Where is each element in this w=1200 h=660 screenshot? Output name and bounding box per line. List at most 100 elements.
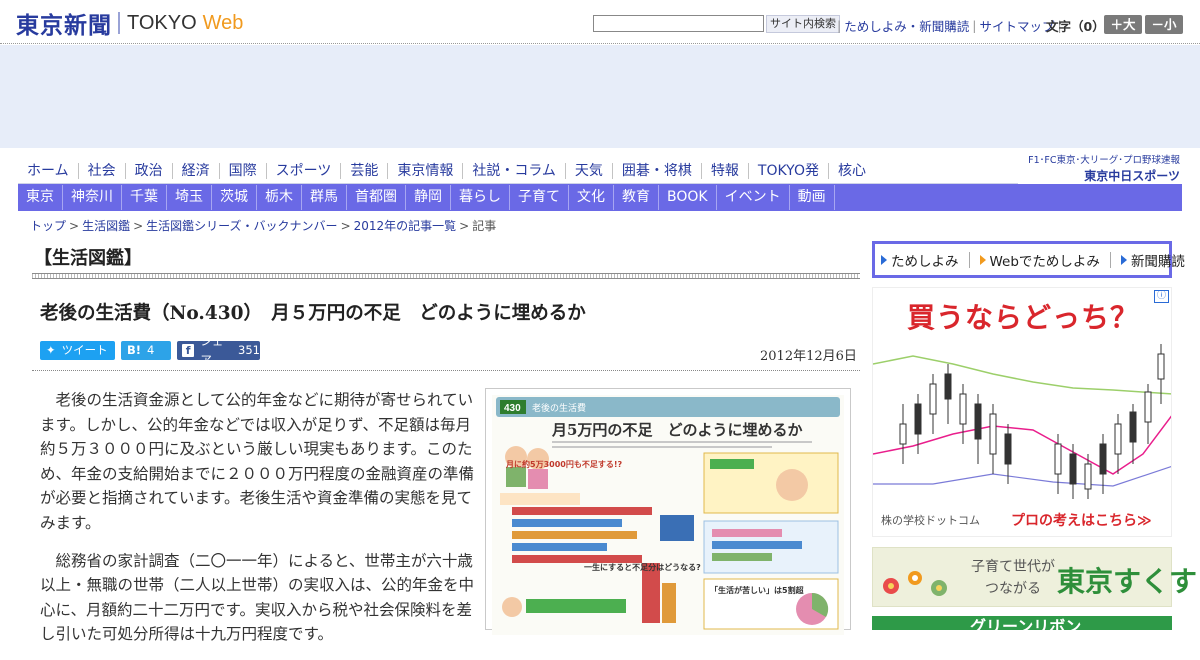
article-title: 老後の生活費（No.430） 月５万円の不足 どのように埋めるか [40,303,586,324]
banner-line2: つながる [985,581,1041,597]
tab-subscribe[interactable]: 新聞購読 [1120,250,1195,270]
chunichi-sports-banner[interactable]: F1･FC東京･大リーグ･プロ野球速報 東京中日スポーツ [1026,152,1180,183]
breadcrumb-2012-list[interactable]: 2012年の記事一覧 [354,219,457,233]
section-rule [32,273,860,279]
banner-line1: 子育て世代が [971,559,1055,575]
nav-kakushin[interactable]: 核心 [829,163,875,179]
chunichi-name: 東京中日スポーツ [1084,169,1180,183]
ad-info-icon[interactable]: ⓘ [1154,290,1169,303]
top-ad-area [0,45,1200,148]
section-title: 【生活図鑑】 [34,248,142,269]
arrow-right-icon [1120,254,1127,265]
subscription-tabs: ためしよみ Webでためしよみ 新聞購読 [872,241,1185,278]
stock-school-ad[interactable]: 買うならどっち？ ⓘ 株の学校ドットコム プロの考えはこちら≫ [872,287,1172,537]
tab-label: Webでためしよみ [989,253,1100,270]
infographic-image: 430 老後の生活費 月5万円の不足 どのように埋めるか 月に約5万3000円も… [492,395,844,635]
region-kanagawa[interactable]: 神奈川 [63,185,122,210]
figure-callout-lifetime: 一生にすると不足分はどうなる? [584,562,701,572]
regional-nav: 東京 神奈川 千葉 埼玉 茨城 栃木 群馬 首都圏 静岡 暮らし 子育て 文化 … [18,184,1182,211]
nav-culture[interactable]: 文化 [569,185,614,210]
nav-book[interactable]: BOOK [659,185,717,210]
infographic-drawing: 430 老後の生活費 月5万円の不足 どのように埋めるか 月に約5万3000円も… [496,397,840,630]
tab-trial-reading[interactable]: ためしよみ [881,250,980,270]
tweet-label: ツイート [61,343,108,357]
region-gunma[interactable]: 群馬 [302,185,347,210]
banner-text: グリーンリボン [970,617,1082,630]
site-search-button[interactable]: サイト内検索 [766,15,840,33]
figure-callout-monthly: 月に約5万3000円も不足する!? [505,459,622,469]
region-saitama[interactable]: 埼玉 [167,185,212,210]
ad-cta[interactable]: プロの考えはこちら≫ [1011,510,1152,530]
nav-economy[interactable]: 経済 [173,162,220,179]
arrow-right-icon [881,254,887,265]
nav-parenting[interactable]: 子育て [510,185,569,210]
subscribe-link[interactable]: ためしよみ・新聞購読 [844,16,969,35]
hatena-icon: B! [127,343,142,357]
arrow-right-icon [979,254,986,265]
sitemap-link[interactable]: サイトマップ [979,16,1054,35]
region-shizuoka[interactable]: 静岡 [406,185,451,210]
breadcrumb-seikatsu-zukan[interactable]: 生活図鑑 [82,219,130,233]
sukusuku-banner[interactable]: 子育て世代が つながる 東京すくすく [872,547,1200,607]
font-larger-button[interactable]: ＋大 [1104,15,1142,34]
tab-label: 新聞購読 [1130,253,1185,270]
font-smaller-button[interactable]: －小 [1145,15,1183,34]
nav-society[interactable]: 社会 [79,162,126,179]
region-ibaraki[interactable]: 茨城 [212,185,257,210]
tab-label: ためしよみ [891,253,959,270]
nav-events[interactable]: イベント [717,185,790,210]
main-nav: ホーム 社会 政治 経済 国際 スポーツ 芸能 東京情報 社説・コラム 天気 囲… [18,158,1018,184]
site-logo[interactable]: 東京新聞 TOKYO Web [16,9,243,40]
facebook-icon: f [182,344,195,357]
article-date: 2012年12月6日 [760,349,857,364]
logo-divider [118,12,120,34]
breadcrumb-backnumber[interactable]: 生活図鑑シリーズ・バックナンバー [146,219,337,233]
nav-video[interactable]: 動画 [790,185,835,210]
flower-graphic [883,571,947,596]
nav-editorial[interactable]: 社説・コラム [463,162,566,179]
nav-home[interactable]: ホーム [18,162,79,179]
banner-brand: 東京すくすく [1057,565,1200,598]
green-ribbon-banner[interactable]: グリーンリボン [872,616,1172,630]
region-tochigi[interactable]: 栃木 [257,185,302,210]
article-infographic[interactable]: 430 老後の生活費 月5万円の不足 どのように埋めるか 月に約5万3000円も… [485,388,851,635]
chunichi-tagline: F1･FC東京･大リーグ･プロ野球速報 [1028,155,1180,166]
article-body: 老後の生活資金源として公的年金などに期待が寄せられています。しかし、公的年金など… [40,388,474,660]
region-shutoken[interactable]: 首都圏 [347,185,406,210]
hatena-bookmark-button[interactable]: B! 4 [121,341,171,360]
nav-sports[interactable]: スポーツ [267,162,342,179]
nav-entertainment[interactable]: 芸能 [341,162,389,179]
breadcrumb-top[interactable]: トップ [30,219,66,233]
ad-brand: 株の学校ドットコム [881,514,980,527]
paragraph: 老後の生活資金源として公的年金などに期待が寄せられています。しかし、公的年金など… [40,391,475,532]
paragraph: 総務省の家計調査（二〇一一年）によると、世帯主が六十歳以上・無職の世帯（二人以上… [40,551,475,644]
hatena-count: 4 [147,343,155,357]
ad-headline: 買うならどっち？ [906,301,1139,334]
candlestick-graphic [873,344,1171,499]
nav-weather[interactable]: 天気 [566,162,613,179]
link-separator: | [972,18,977,33]
site-search-input[interactable] [593,15,764,32]
figure-headline: 月5万円の不足 どのように埋めるか [551,421,802,439]
share-label: シェア [200,333,224,367]
tab-web-trial[interactable]: Webでためしよみ [979,250,1121,270]
breadcrumb: トップ > 生活図鑑 > 生活図鑑シリーズ・バックナンバー >2012年の記事一覧 > 記事 [30,219,497,233]
tweet-button[interactable]: ✦ ツイート [40,341,115,360]
region-chiba[interactable]: 千葉 [122,185,167,210]
nav-tokyo-hatsu[interactable]: TOKYO発 [749,162,829,179]
facebook-share-button[interactable]: f シェア 351 [177,334,260,367]
article-divider [32,370,860,371]
nav-special[interactable]: 特報 [702,162,749,179]
region-tokyo[interactable]: 東京 [18,185,63,210]
logo-japanese: 東京新聞 [16,12,112,39]
logo-english: TOKYO [127,11,197,34]
link-separator: | [837,18,842,33]
nav-international[interactable]: 国際 [220,162,267,179]
nav-go-shogi[interactable]: 囲碁・将棋 [613,162,702,179]
font-size-label: 文字（0） [1046,19,1105,34]
section-header: 【生活図鑑】 [32,240,860,280]
nav-tokyo-info[interactable]: 東京情報 [388,162,464,179]
nav-politics[interactable]: 政治 [126,162,173,179]
nav-education[interactable]: 教育 [614,185,659,210]
nav-living[interactable]: 暮らし [451,185,510,210]
